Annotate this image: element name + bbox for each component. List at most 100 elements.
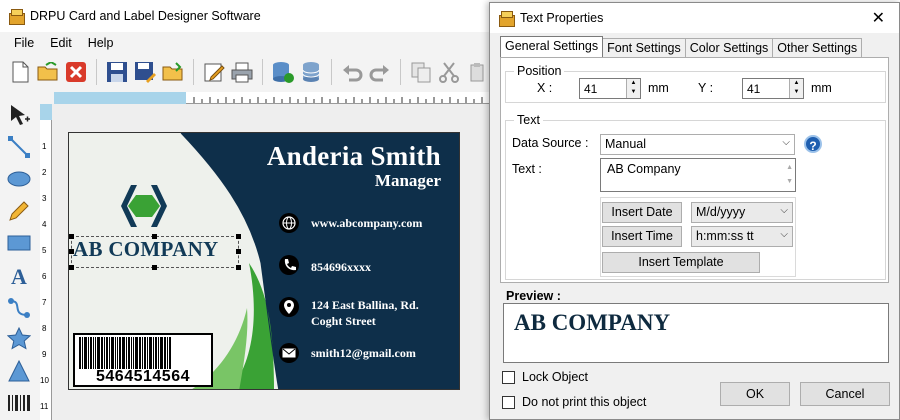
paste-icon[interactable] bbox=[465, 60, 489, 84]
close-icon[interactable]: ✕ bbox=[872, 8, 885, 28]
undo-icon[interactable] bbox=[340, 60, 364, 84]
card-address-line1: 124 East Ballina, Rd. bbox=[311, 298, 419, 312]
card-website: www.abcompany.com bbox=[311, 216, 423, 230]
toolbar-separator bbox=[331, 59, 332, 85]
tab-general-settings[interactable]: General Settings bbox=[500, 36, 604, 57]
resize-handle[interactable] bbox=[236, 234, 241, 239]
date-format-value: M/d/yyyy bbox=[696, 205, 746, 219]
close-icon[interactable] bbox=[64, 60, 88, 84]
pointer-icon[interactable] bbox=[6, 102, 32, 128]
resize-handle[interactable] bbox=[236, 249, 241, 254]
toolbar-separator bbox=[400, 59, 401, 85]
ruler-left: 1 2 3 4 5 6 7 8 9 10 11 bbox=[40, 104, 52, 420]
database-add-icon[interactable] bbox=[271, 60, 295, 84]
print-icon[interactable] bbox=[230, 60, 254, 84]
tab-font-settings[interactable]: Font Settings bbox=[602, 38, 686, 57]
time-format-select[interactable]: h:mm:ss tt ⌵ bbox=[691, 226, 793, 247]
card-phone-row: 854696xxxx bbox=[279, 255, 371, 275]
text-tool-icon[interactable]: A bbox=[6, 262, 32, 288]
redo-icon[interactable] bbox=[368, 60, 392, 84]
x-spinner[interactable]: 41 ▲ ▼ bbox=[579, 78, 641, 99]
insert-date-button[interactable]: Insert Date bbox=[602, 202, 682, 223]
text-input[interactable]: AB Company ▲ ▼ bbox=[600, 158, 796, 192]
ruler-mark: 11 bbox=[40, 402, 49, 411]
ruler-mark: 7 bbox=[42, 298, 47, 307]
x-unit: mm bbox=[648, 81, 669, 95]
date-format-select[interactable]: M/d/yyyy ⌵ bbox=[691, 202, 793, 223]
menu-help[interactable]: Help bbox=[80, 36, 122, 50]
card-barcode[interactable]: 5464514564 bbox=[73, 333, 213, 387]
save-icon[interactable] bbox=[105, 60, 129, 84]
resize-handle[interactable] bbox=[152, 265, 157, 270]
scroll-arrows-icon[interactable]: ▲ ▼ bbox=[786, 161, 793, 189]
tab-other-settings[interactable]: Other Settings bbox=[772, 38, 863, 57]
triangle-icon[interactable] bbox=[6, 358, 32, 384]
menu-edit[interactable]: Edit bbox=[42, 36, 80, 50]
dialog-title-bar: Text Properties ✕ bbox=[490, 3, 899, 33]
checkbox-box[interactable] bbox=[502, 395, 515, 409]
tab-color-settings[interactable]: Color Settings bbox=[684, 38, 774, 57]
phone-icon bbox=[279, 255, 299, 275]
resize-handle[interactable] bbox=[69, 249, 74, 254]
location-pin-icon bbox=[279, 297, 299, 317]
text-group: Text Data Source : Manual ⌵ ? Text : AB … bbox=[505, 113, 886, 280]
y-unit: mm bbox=[811, 81, 832, 95]
chevron-down-icon: ⌵ bbox=[780, 205, 788, 216]
barcode-bars bbox=[79, 337, 209, 369]
insert-template-button[interactable]: Insert Template bbox=[602, 252, 760, 273]
preview-box: AB COMPANY bbox=[503, 303, 889, 363]
resize-handle[interactable] bbox=[152, 234, 157, 239]
barcode-number: 5464514564 bbox=[96, 368, 190, 385]
card-email: smith12@gmail.com bbox=[311, 346, 416, 360]
rectangle-icon[interactable] bbox=[6, 230, 32, 256]
toolbar bbox=[0, 54, 490, 90]
card-address-row: 124 East Ballina, Rd. Coght Street bbox=[279, 297, 419, 329]
spinner-arrows-icon[interactable]: ▲ ▼ bbox=[626, 79, 640, 98]
ellipse-icon[interactable] bbox=[6, 166, 32, 192]
card-website-row: www.abcompany.com bbox=[279, 213, 422, 233]
curve-icon[interactable] bbox=[6, 294, 32, 320]
time-format-value: h:mm:ss tt bbox=[696, 229, 754, 243]
selection-box bbox=[71, 236, 239, 268]
barcode-tool-icon[interactable] bbox=[6, 390, 32, 416]
ruler-mark: 4 bbox=[42, 220, 47, 229]
save-as-icon[interactable] bbox=[133, 60, 157, 84]
y-spinner[interactable]: 41 ▲ ▼ bbox=[742, 78, 804, 99]
y-value: 41 bbox=[747, 82, 761, 96]
edit-icon[interactable] bbox=[202, 60, 226, 84]
business-card[interactable]: Anderia Smith Manager www.abcompany.com … bbox=[68, 132, 460, 390]
email-icon bbox=[279, 343, 299, 363]
line-icon[interactable] bbox=[6, 134, 32, 160]
resize-handle[interactable] bbox=[236, 265, 241, 270]
preview-text: AB COMPANY bbox=[514, 310, 671, 335]
cut-icon[interactable] bbox=[437, 60, 461, 84]
open-icon[interactable] bbox=[36, 60, 60, 84]
general-settings-panel: Position X : 41 ▲ ▼ mm Y : 41 ▲ ▼ mm Text … bbox=[500, 57, 889, 283]
lock-object-checkbox[interactable]: Lock Object bbox=[502, 370, 588, 384]
menu-file[interactable]: File bbox=[6, 36, 42, 50]
app-title: DRPU Card and Label Designer Software bbox=[30, 9, 261, 23]
data-source-select[interactable]: Manual ⌵ bbox=[600, 134, 795, 155]
star-icon[interactable] bbox=[6, 326, 32, 352]
insert-time-button[interactable]: Insert Time bbox=[602, 226, 682, 247]
pencil-icon[interactable] bbox=[6, 198, 32, 224]
toolbar-separator bbox=[193, 59, 194, 85]
checkbox-box[interactable] bbox=[502, 370, 515, 384]
card-email-row: smith12@gmail.com bbox=[279, 343, 416, 363]
resize-handle[interactable] bbox=[69, 234, 74, 239]
ruler-mark: 10 bbox=[40, 376, 49, 385]
cancel-button[interactable]: Cancel bbox=[800, 382, 890, 406]
ok-button[interactable]: OK bbox=[720, 382, 790, 406]
database-icon[interactable] bbox=[299, 60, 323, 84]
open-folder-icon[interactable] bbox=[161, 60, 185, 84]
chevron-down-icon: ⌵ bbox=[782, 137, 790, 148]
resize-handle[interactable] bbox=[69, 265, 74, 270]
data-source-value: Manual bbox=[605, 137, 646, 151]
ruler-mark: 5 bbox=[42, 246, 47, 255]
text-group-label: Text bbox=[514, 113, 543, 127]
copy-icon[interactable] bbox=[409, 60, 433, 84]
do-not-print-checkbox[interactable]: Do not print this object bbox=[502, 395, 646, 409]
new-icon[interactable] bbox=[8, 60, 32, 84]
spinner-arrows-icon[interactable]: ▲ ▼ bbox=[789, 79, 803, 98]
help-icon[interactable]: ? bbox=[804, 135, 822, 153]
